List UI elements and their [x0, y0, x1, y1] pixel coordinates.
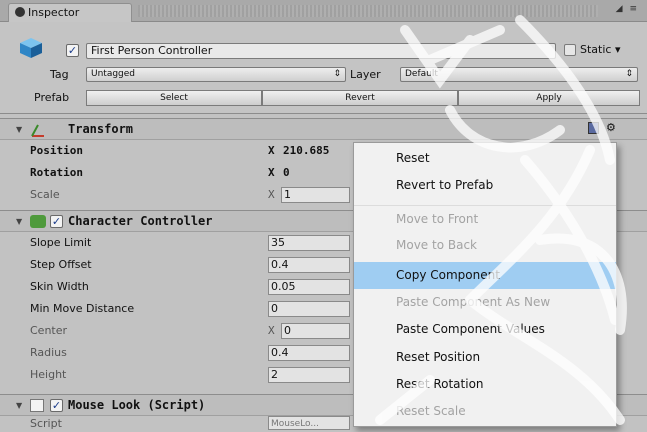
menu-item-move-to-front[interactable]: Move to Front	[354, 205, 616, 232]
menu-item-reset-position[interactable]: Reset Position	[354, 344, 616, 371]
menu-item-paste-component-as-new[interactable]: Paste Component As New	[354, 289, 616, 316]
min-move-distance-field[interactable]: 0	[268, 301, 350, 317]
active-checkbox[interactable]: ✓	[66, 44, 79, 57]
menu-item-reset-rotation[interactable]: Reset Rotation	[354, 371, 616, 398]
help-icon[interactable]	[588, 122, 599, 134]
skin-width-label: Skin Width	[30, 280, 89, 293]
rotation-axis-label: X	[268, 166, 275, 179]
scale-label: Scale	[30, 188, 60, 201]
transform-title: Transform	[68, 122, 134, 136]
menu-item-paste-component-values[interactable]: Paste Component Values	[354, 316, 616, 343]
prefab-select-button[interactable]: Select	[86, 90, 262, 106]
foldout-arrow-icon[interactable]: ▼	[16, 401, 22, 410]
center-axis-label: X	[268, 324, 275, 337]
center-label: Center	[30, 324, 68, 337]
chevron-down-icon: ⇕	[333, 69, 341, 79]
position-x-field[interactable]: 210.685	[283, 144, 329, 157]
info-icon	[15, 7, 25, 17]
tag-dropdown[interactable]: Untagged ⇕	[86, 67, 346, 82]
inspector-header: ✓ First Person Controller Static ▾ Tag U…	[0, 22, 647, 114]
component-context-menu: Reset Revert to Prefab Move to Front Mov…	[353, 142, 617, 427]
character-controller-enabled-checkbox[interactable]: ✓	[50, 215, 63, 228]
position-label: Position	[30, 144, 83, 157]
slope-limit-label: Slope Limit	[30, 236, 92, 249]
tab-inspector[interactable]: Inspector	[8, 3, 132, 22]
min-move-distance-label: Min Move Distance	[30, 302, 135, 315]
prefab-revert-button[interactable]: Revert	[262, 90, 458, 106]
prefab-label: Prefab	[34, 91, 70, 104]
mouse-look-title: Mouse Look (Script)	[68, 398, 206, 412]
panel-menu-icon[interactable]: ◢ ≡	[616, 4, 639, 14]
static-checkbox[interactable]	[564, 44, 576, 56]
menu-item-reset-scale[interactable]: Reset Scale	[354, 398, 616, 425]
layer-dropdown[interactable]: Default ⇕	[400, 67, 638, 82]
layer-label: Layer	[350, 68, 381, 81]
chevron-down-icon: ⇕	[625, 69, 633, 79]
step-offset-label: Step Offset	[30, 258, 92, 271]
scale-x-field[interactable]: 1	[281, 187, 350, 203]
skin-width-field[interactable]: 0.05	[268, 279, 350, 295]
step-offset-field[interactable]: 0.4	[268, 257, 350, 273]
center-x-field[interactable]: 0	[281, 323, 350, 339]
window-tab-bar: Inspector ◢ ≡	[0, 0, 647, 22]
radius-field[interactable]: 0.4	[268, 345, 350, 361]
rotation-label: Rotation	[30, 166, 83, 179]
tab-bar-grip	[138, 5, 598, 17]
tag-value: Untagged	[91, 69, 136, 79]
position-axis-label: X	[268, 144, 275, 157]
height-field[interactable]: 2	[268, 367, 350, 383]
rotation-x-field[interactable]: 0	[283, 166, 290, 179]
height-label: Height	[30, 368, 67, 381]
mouse-look-enabled-checkbox[interactable]: ✓	[50, 399, 63, 412]
prefab-apply-button[interactable]: Apply	[458, 90, 640, 106]
character-controller-icon	[30, 215, 46, 228]
character-controller-title: Character Controller	[68, 214, 213, 228]
tag-label: Tag	[50, 68, 69, 81]
layer-value: Default	[405, 69, 438, 79]
transform-icon	[31, 124, 44, 137]
menu-item-reset[interactable]: Reset	[354, 145, 616, 172]
menu-item-revert-to-prefab[interactable]: Revert to Prefab	[354, 172, 616, 199]
script-label: Script	[30, 417, 62, 430]
radius-label: Radius	[30, 346, 67, 359]
object-name-field[interactable]: First Person Controller	[86, 43, 556, 59]
script-field[interactable]: MouseLo...	[268, 416, 350, 430]
foldout-arrow-icon[interactable]: ▼	[16, 125, 22, 134]
script-icon	[30, 399, 44, 412]
game-object-icon	[20, 38, 42, 58]
tab-inspector-label: Inspector	[28, 6, 80, 19]
gear-icon[interactable]: ⚙	[606, 121, 616, 134]
menu-item-copy-component[interactable]: Copy Component	[354, 262, 616, 289]
static-label[interactable]: Static ▾	[580, 43, 620, 56]
scale-axis-label: X	[268, 188, 275, 201]
foldout-arrow-icon[interactable]: ▼	[16, 217, 22, 226]
transform-header[interactable]: ▼ Transform ⚙	[0, 118, 647, 140]
menu-item-move-to-back[interactable]: Move to Back	[354, 232, 616, 259]
slope-limit-field[interactable]: 35	[268, 235, 350, 251]
